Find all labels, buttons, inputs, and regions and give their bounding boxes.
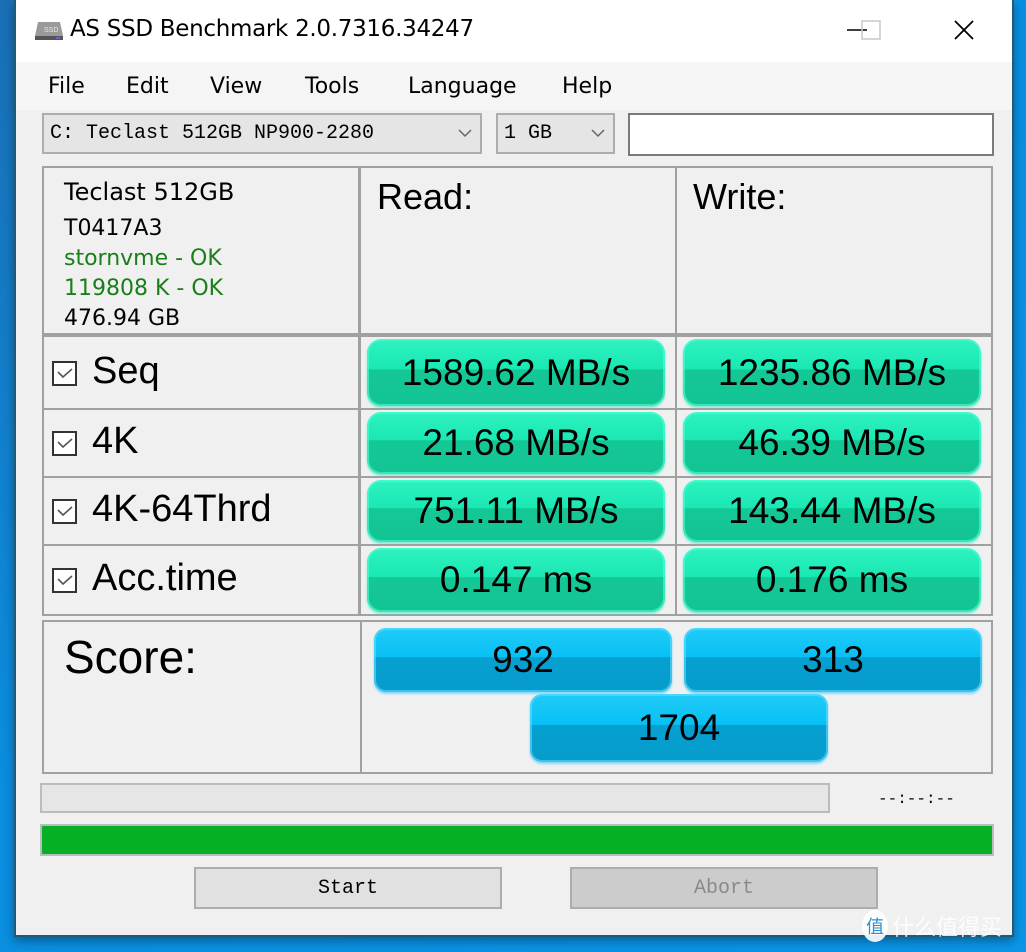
close-icon [954, 20, 974, 40]
write-result-value: 1235.86 MB/s [683, 339, 981, 406]
title-bar[interactable]: SSD AS SSD Benchmark 2.0.7316.34247 [16, 0, 1012, 62]
read-result-value: 751.11 MB/s [367, 480, 665, 542]
score-label-cell: Score: [42, 620, 362, 774]
write-score: 313 [684, 628, 982, 692]
write-result-value: 46.39 MB/s [683, 412, 981, 474]
drive-firmware: T0417A3 [64, 216, 163, 241]
chevron-down-icon [591, 129, 605, 138]
drive-select-value: C: Teclast 512GB NP900-2280 [50, 122, 375, 145]
menu-edit[interactable]: Edit [126, 74, 169, 99]
menu-help[interactable]: Help [562, 74, 612, 99]
elapsed-timer: --:--:-- [878, 790, 955, 808]
total-score: 1704 [530, 694, 828, 762]
menu-language[interactable]: Language [408, 74, 517, 99]
test-progress-bar [40, 783, 830, 813]
test-row-label-cell: 4K [42, 408, 360, 478]
start-button[interactable]: Start [194, 867, 502, 909]
test-checkbox[interactable] [52, 499, 77, 524]
read-header-cell: Read: [359, 166, 677, 335]
write-result-value: 143.44 MB/s [683, 480, 981, 542]
read-result-cell: 0.147 ms [359, 544, 677, 616]
menu-tools[interactable]: Tools [305, 74, 359, 99]
checkmark-icon [57, 438, 73, 449]
drive-select[interactable]: C: Teclast 512GB NP900-2280 [42, 113, 482, 154]
write-result-value: 0.176 ms [683, 548, 981, 612]
status-text-field[interactable] [628, 113, 994, 156]
checkmark-icon [57, 367, 73, 378]
test-row-label-cell: Seq [42, 335, 360, 410]
drive-model: Teclast 512GB [64, 178, 235, 206]
write-column-header: Write: [693, 176, 787, 217]
test-row-label-cell: 4K-64Thrd [42, 476, 360, 546]
read-result-cell: 21.68 MB/s [359, 408, 677, 478]
overall-progress-fill [42, 826, 992, 854]
test-checkbox[interactable] [52, 568, 77, 593]
driver-status: stornvme - OK [64, 246, 222, 271]
menu-file[interactable]: File [48, 74, 85, 99]
read-result-value: 1589.62 MB/s [367, 339, 665, 406]
test-label: Seq [92, 349, 160, 392]
checkmark-icon [57, 575, 73, 586]
checkmark-icon [57, 506, 73, 517]
read-result-value: 0.147 ms [367, 548, 665, 612]
drive-info-panel: Teclast 512GB T0417A3 stornvme - OK 1198… [42, 166, 360, 335]
test-size-select[interactable]: 1 GB [496, 113, 615, 154]
read-result-cell: 1589.62 MB/s [359, 335, 677, 410]
test-label: 4K-64Thrd [92, 488, 272, 530]
test-label: 4K [92, 420, 139, 462]
overall-progress-bar [40, 824, 994, 856]
read-result-value: 21.68 MB/s [367, 412, 665, 474]
svg-text:SSD: SSD [44, 27, 58, 34]
close-button[interactable] [941, 10, 987, 50]
drive-capacity: 476.94 GB [64, 306, 181, 331]
toolbar: C: Teclast 512GB NP900-2280 1 GB [16, 110, 1012, 160]
write-header-cell: Write: [675, 166, 993, 335]
read-score: 932 [374, 628, 672, 692]
write-result-cell: 0.176 ms [675, 544, 993, 616]
maximize-icon [861, 20, 881, 40]
test-checkbox[interactable] [52, 431, 77, 456]
alignment-status: 119808 K - OK [64, 276, 224, 301]
menu-view[interactable]: View [210, 74, 262, 99]
test-row-label-cell: Acc.time [42, 544, 360, 616]
read-result-cell: 751.11 MB/s [359, 476, 677, 546]
score-label: Score: [64, 631, 197, 683]
chevron-down-icon [458, 129, 472, 138]
watermark: 值 什么值得买 [862, 910, 1002, 942]
write-result-cell: 46.39 MB/s [675, 408, 993, 478]
test-checkbox[interactable] [52, 360, 77, 386]
watermark-text: 什么值得买 [892, 915, 1003, 940]
menu-bar: File Edit View Tools Language Help [16, 62, 1012, 110]
score-values-cell: 932 313 1704 [360, 620, 993, 774]
write-result-cell: 143.44 MB/s [675, 476, 993, 546]
maximize-button[interactable] [848, 10, 894, 50]
abort-button[interactable]: Abort [570, 867, 878, 909]
app-window: SSD AS SSD Benchmark 2.0.7316.34247 File… [14, 0, 1014, 937]
ssd-drive-icon: SSD [35, 22, 63, 40]
write-result-cell: 1235.86 MB/s [675, 335, 993, 410]
test-size-value: 1 GB [504, 122, 553, 145]
test-label: Acc.time [92, 557, 238, 599]
window-title: AS SSD Benchmark 2.0.7316.34247 [70, 16, 474, 42]
watermark-logo-icon: 值 [862, 910, 888, 942]
read-column-header: Read: [377, 176, 474, 217]
